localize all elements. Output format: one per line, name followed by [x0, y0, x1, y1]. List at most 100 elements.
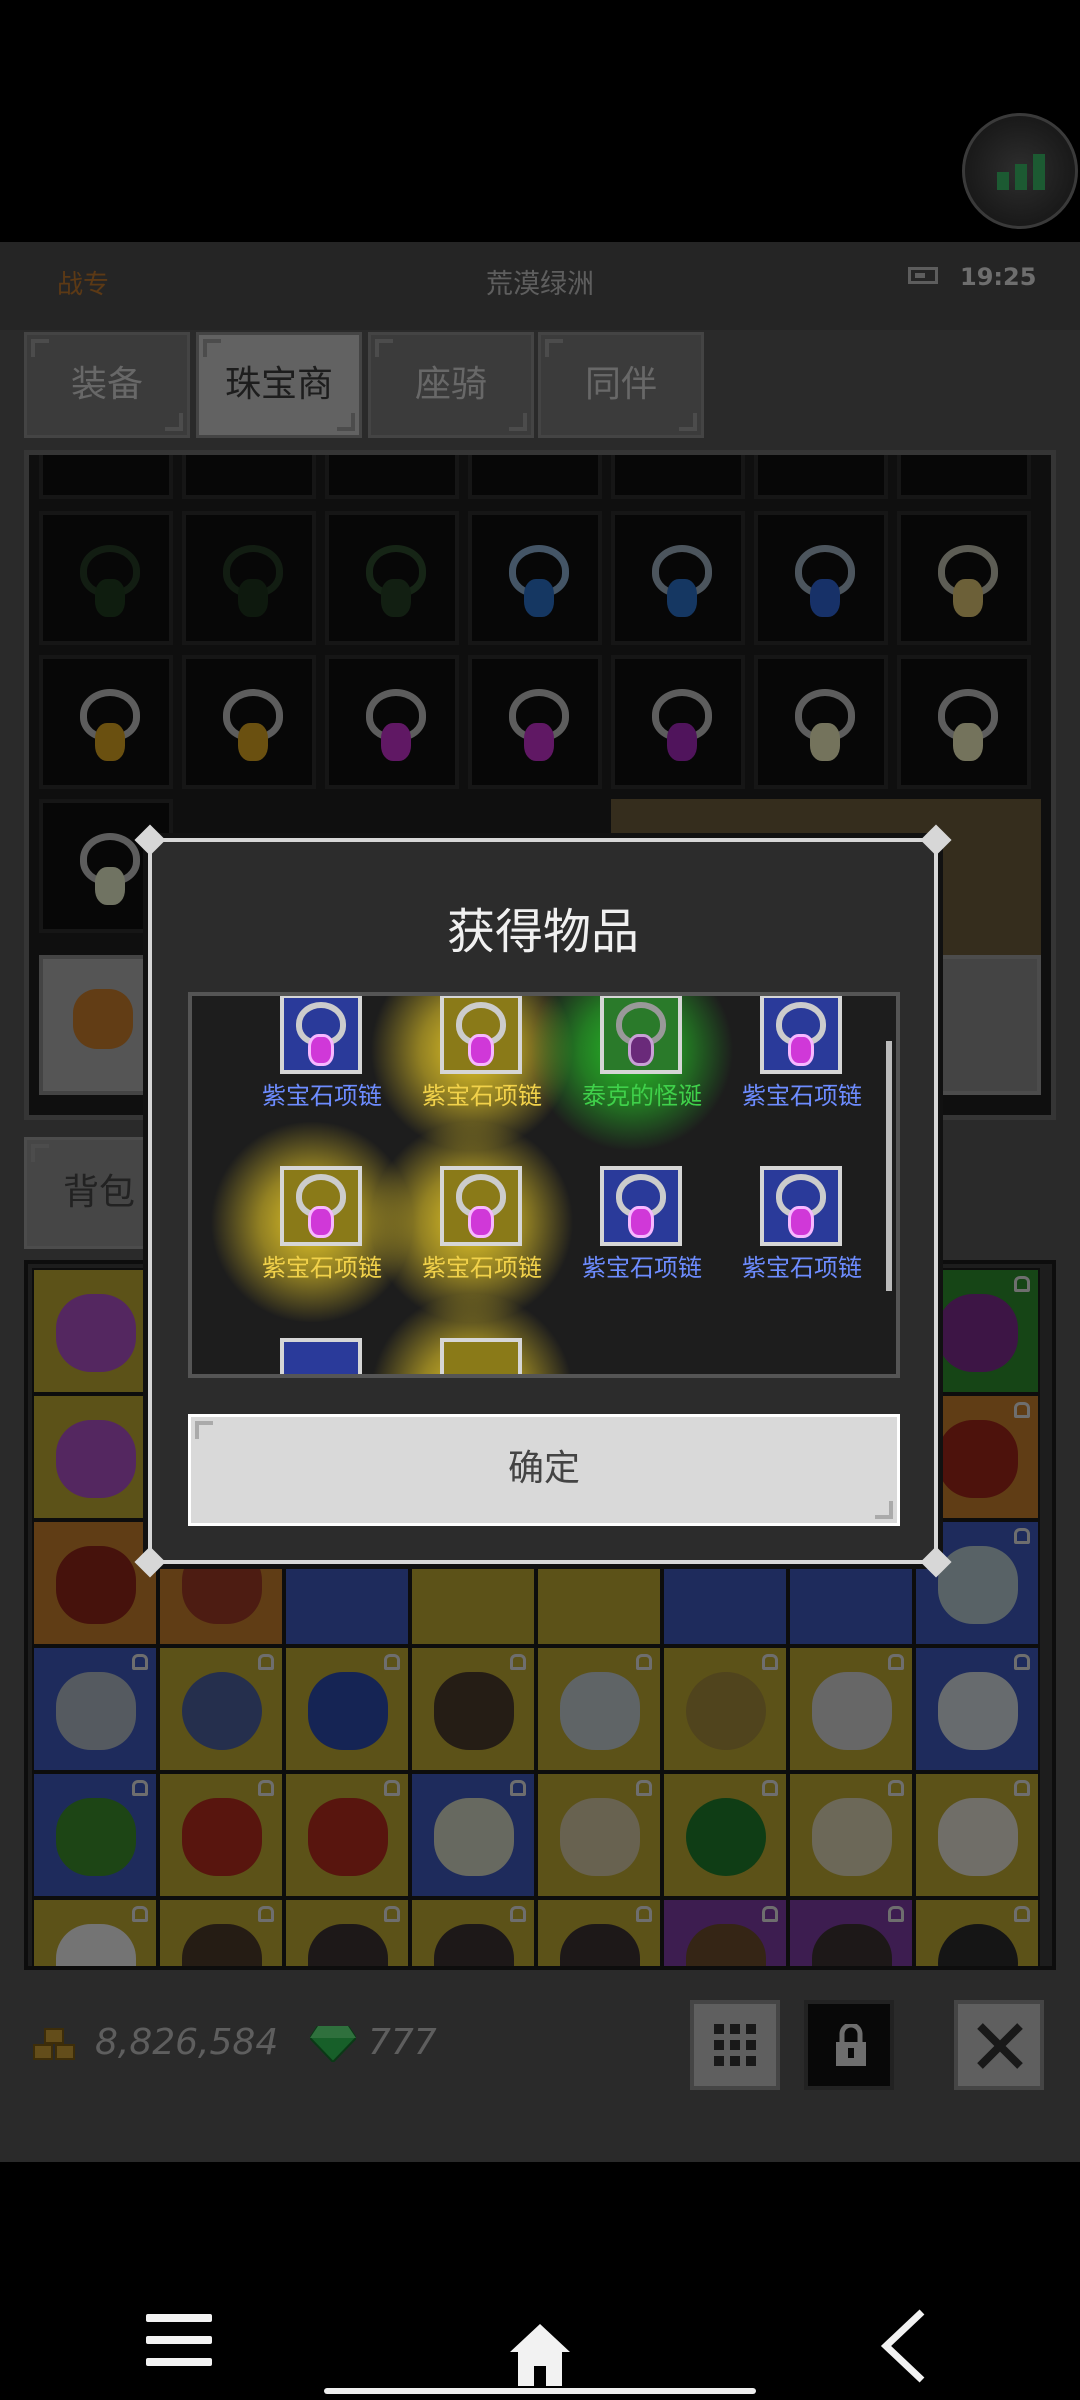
shop-slot[interactable] — [754, 455, 888, 499]
lock-icon — [510, 1906, 526, 1922]
shop-slot[interactable] — [325, 511, 459, 645]
reward-item[interactable]: 紫宝石项链 — [712, 1156, 872, 1316]
inventory-slot[interactable] — [536, 1898, 662, 1966]
shop-slot[interactable] — [754, 511, 888, 645]
inventory-slot[interactable] — [662, 1772, 788, 1898]
reward-scrollbar[interactable] — [886, 1041, 892, 1291]
lock-icon — [258, 1780, 274, 1796]
shop-slot[interactable] — [754, 655, 888, 789]
reward-item[interactable]: 泰克的怪诞 — [522, 996, 742, 1150]
reward-list[interactable]: 紫宝石项链 紫宝石项链 泰克的怪诞 紫宝石项链 紫宝石项链 紫宝石项链 紫宝石项… — [188, 992, 900, 1378]
shop-slot[interactable] — [325, 455, 459, 499]
lock-icon — [762, 1906, 778, 1922]
lock-icon — [1014, 1906, 1030, 1922]
dialog-title: 获得物品 — [446, 904, 639, 960]
necklace-icon — [760, 1166, 842, 1246]
grid-icon — [714, 2024, 756, 2066]
shop-slot[interactable] — [468, 455, 602, 499]
shop-slot[interactable] — [611, 511, 745, 645]
inventory-slot[interactable] — [788, 1646, 914, 1772]
inventory-slot[interactable] — [536, 1646, 662, 1772]
confirm-label: 确定 — [507, 1448, 580, 1489]
shop-slot[interactable] — [39, 655, 173, 789]
inventory-slot[interactable] — [284, 1772, 410, 1898]
inventory-slot[interactable] — [32, 1394, 158, 1520]
lock-icon — [1014, 1780, 1030, 1796]
home-icon[interactable] — [508, 2322, 572, 2388]
inventory-slot[interactable] — [32, 1520, 158, 1646]
reward-name: 紫宝石项链 — [742, 1254, 862, 1282]
clock: 19:25 — [960, 263, 1037, 291]
necklace-icon — [933, 689, 1003, 763]
necklace-icon — [361, 545, 431, 619]
inventory-slot[interactable] — [410, 1772, 536, 1898]
back-icon[interactable] — [874, 2308, 934, 2384]
inventory-slot[interactable] — [662, 1646, 788, 1772]
shop-slot[interactable] — [611, 455, 745, 499]
shop-slot[interactable] — [468, 511, 602, 645]
necklace-icon — [280, 1166, 362, 1246]
reward-item[interactable]: 紫宝石项链 — [362, 1122, 582, 1322]
grid-button[interactable] — [690, 2000, 780, 2090]
lock-icon — [636, 1780, 652, 1796]
lock-icon — [762, 1654, 778, 1670]
inventory-slot[interactable] — [788, 1772, 914, 1898]
confirm-button[interactable]: 确定 — [188, 1414, 900, 1526]
tab-companion[interactable]: 同伴 — [538, 332, 704, 438]
inventory-slot[interactable] — [158, 1772, 284, 1898]
lock-icon — [836, 2024, 866, 2066]
shop-slot[interactable] — [325, 655, 459, 789]
inventory-slot[interactable] — [158, 1646, 284, 1772]
lock-button[interactable] — [804, 2000, 894, 2090]
shop-slot[interactable] — [897, 511, 1031, 645]
necklace-icon — [440, 1338, 522, 1374]
inventory-slot[interactable] — [914, 1898, 1040, 1966]
inventory-slot[interactable] — [32, 1268, 158, 1394]
menu-icon[interactable] — [146, 2314, 212, 2380]
shop-slot[interactable] — [468, 655, 602, 789]
lock-icon — [384, 1906, 400, 1922]
inventory-slot[interactable] — [914, 1646, 1040, 1772]
necklace-icon — [361, 689, 431, 763]
lock-icon — [384, 1654, 400, 1670]
tab-mount[interactable]: 座骑 — [368, 332, 534, 438]
tab-label: 珠宝商 — [224, 364, 333, 405]
shop-slot[interactable] — [39, 511, 173, 645]
inventory-slot[interactable] — [32, 1646, 158, 1772]
signal-icon[interactable] — [962, 113, 1078, 229]
tab-jeweler[interactable]: 珠宝商 — [196, 332, 362, 438]
inventory-slot[interactable] — [284, 1646, 410, 1772]
shop-side-button[interactable] — [929, 955, 1041, 1095]
shop-slot[interactable] — [611, 655, 745, 789]
necklace-icon — [600, 1166, 682, 1246]
tab-equipment[interactable]: 装备 — [24, 332, 190, 438]
shop-slot[interactable] — [897, 455, 1031, 499]
inventory-slot[interactable] — [410, 1646, 536, 1772]
lock-icon — [1014, 1528, 1030, 1544]
system-nav-bar — [0, 2162, 1080, 2400]
reward-item[interactable]: 紫宝石项链 — [552, 1156, 712, 1316]
necklace-icon — [75, 545, 145, 619]
reward-item[interactable]: 紫宝石项链 — [712, 996, 872, 1144]
tab-label: 座骑 — [414, 364, 487, 405]
shop-slot[interactable] — [182, 655, 316, 789]
inventory-slot[interactable] — [410, 1898, 536, 1966]
shop-slot[interactable] — [182, 455, 316, 499]
necklace-icon — [504, 689, 574, 763]
inventory-slot[interactable] — [32, 1898, 158, 1966]
necklace-icon — [647, 689, 717, 763]
inventory-slot[interactable] — [536, 1772, 662, 1898]
reward-item-partial[interactable] — [362, 1294, 582, 1374]
inventory-slot[interactable] — [158, 1898, 284, 1966]
lock-icon — [258, 1906, 274, 1922]
necklace-icon — [790, 545, 860, 619]
shop-slot[interactable] — [897, 655, 1031, 789]
inventory-slot[interactable] — [662, 1898, 788, 1966]
inventory-slot[interactable] — [914, 1772, 1040, 1898]
close-button[interactable] — [954, 2000, 1044, 2090]
shop-slot[interactable] — [39, 455, 173, 499]
inventory-slot[interactable] — [788, 1898, 914, 1966]
inventory-slot[interactable] — [32, 1772, 158, 1898]
shop-slot[interactable] — [182, 511, 316, 645]
inventory-slot[interactable] — [284, 1898, 410, 1966]
